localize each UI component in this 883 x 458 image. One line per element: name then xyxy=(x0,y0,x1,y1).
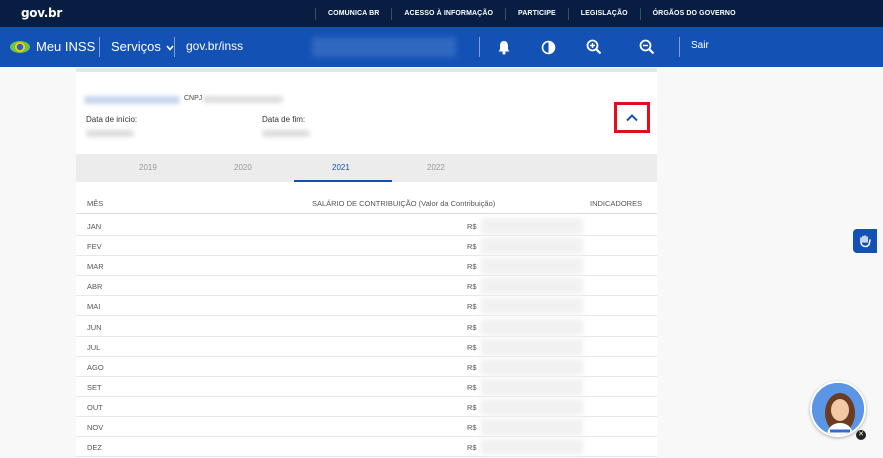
virtual-assistant-avatar[interactable] xyxy=(810,381,866,437)
servicos-label: Serviços xyxy=(111,39,161,54)
salary-value-redacted xyxy=(481,358,583,375)
month-cell: DEZ xyxy=(87,443,102,453)
start-date-value-redacted xyxy=(86,130,134,137)
meu-inss-logo-icon[interactable] xyxy=(9,39,31,55)
tab-2021[interactable]: 2021 xyxy=(332,163,350,172)
tab-2019[interactable]: 2019 xyxy=(139,163,157,172)
month-cell: MAI xyxy=(87,302,101,312)
close-icon[interactable]: ✕ xyxy=(856,430,866,440)
salary-value-redacted xyxy=(481,419,583,435)
currency-symbol: R$ xyxy=(467,443,477,453)
salary-value-redacted xyxy=(481,238,583,255)
topbar-link-participe[interactable]: PARTICIPE xyxy=(505,7,568,20)
start-date-label: Data de início: xyxy=(86,115,138,124)
table-row: MAR R$ xyxy=(76,256,657,277)
table-row: OUT R$ xyxy=(76,397,657,417)
month-cell: JUL xyxy=(87,342,101,352)
table-row: MAI R$ xyxy=(76,296,657,317)
contribution-card: CNPJ Data de início: Data de fim: 2019 2… xyxy=(76,68,657,458)
header-divider xyxy=(679,37,680,57)
cnpj-value-redacted xyxy=(203,96,283,103)
topbar-links: COMUNICA BR ACESSO À INFORMAÇÃO PARTICIP… xyxy=(315,0,748,27)
topbar-link-legislacao[interactable]: LEGISLAÇÃO xyxy=(567,7,640,20)
govbr-topbar: gov.br COMUNICA BR ACESSO À INFORMAÇÃO P… xyxy=(0,0,883,27)
currency-symbol: R$ xyxy=(467,402,477,412)
currency-symbol: R$ xyxy=(467,282,477,292)
tab-2020[interactable]: 2020 xyxy=(234,163,252,172)
currency-symbol: R$ xyxy=(467,423,477,432)
currency-symbol: R$ xyxy=(467,342,477,352)
month-cell: OUT xyxy=(87,402,103,412)
table-row: SET R$ xyxy=(76,377,657,397)
govbr-inss-link[interactable]: gov.br/inss xyxy=(186,39,243,53)
month-cell: FEV xyxy=(87,242,102,252)
table-row: JAN R$ xyxy=(76,216,657,236)
salary-value-redacted xyxy=(481,318,583,335)
month-cell: AGO xyxy=(87,362,104,372)
chevron-up-icon xyxy=(626,114,638,122)
currency-symbol: R$ xyxy=(467,242,477,252)
servicos-menu[interactable]: Serviços xyxy=(111,39,175,54)
salary-value-redacted xyxy=(481,278,583,295)
table-row: NOV R$ xyxy=(76,417,657,437)
user-name-redacted xyxy=(312,37,456,57)
active-tab-indicator xyxy=(294,180,392,182)
zoom-in-icon[interactable] xyxy=(585,38,603,56)
month-cell: JAN xyxy=(87,222,102,231)
salary-value-redacted xyxy=(481,378,583,395)
salary-value-redacted xyxy=(481,258,583,275)
app-name[interactable]: Meu INSS xyxy=(36,39,95,54)
collapse-button[interactable] xyxy=(614,102,650,133)
contrast-icon[interactable] xyxy=(539,38,557,56)
bell-icon[interactable] xyxy=(495,38,513,56)
table-row: FEV R$ xyxy=(76,236,657,257)
vlibras-hand-icon[interactable] xyxy=(853,229,877,253)
table-row: JUL R$ xyxy=(76,337,657,357)
month-cell: JUN xyxy=(87,322,102,332)
currency-symbol: R$ xyxy=(467,222,477,231)
topbar-link-orgaos[interactable]: ÓRGÃOS DO GOVERNO xyxy=(639,7,748,20)
table-row: AGO R$ xyxy=(76,357,657,377)
header-divider-line xyxy=(76,213,657,214)
header-divider xyxy=(99,37,100,57)
salary-value-redacted xyxy=(481,439,583,456)
month-cell: SET xyxy=(87,382,102,392)
currency-symbol: R$ xyxy=(467,382,477,392)
table-row: ABR R$ xyxy=(76,276,657,297)
indicators-column-header: INDICADORES xyxy=(590,199,643,208)
table-row: JUN R$ xyxy=(76,317,657,337)
tab-2022[interactable]: 2022 xyxy=(427,163,445,172)
app-header: Meu INSS Serviços gov.br/inss Sair xyxy=(0,27,883,67)
end-date-label: Data de fim: xyxy=(262,115,306,124)
employer-name-redacted xyxy=(84,96,180,104)
salary-value-redacted xyxy=(481,338,583,355)
zoom-out-icon[interactable] xyxy=(638,38,656,56)
month-cell: NOV xyxy=(87,423,104,432)
govbr-logo[interactable]: gov.br xyxy=(21,6,62,20)
table-row: DEZ R$ xyxy=(76,437,657,458)
salary-value-redacted xyxy=(481,218,583,234)
month-cell: MAR xyxy=(87,262,104,272)
salary-column-header: SALÁRIO DE CONTRIBUIÇÃO (Valor da Contri… xyxy=(312,199,496,208)
currency-symbol: R$ xyxy=(467,362,477,372)
card-top-border xyxy=(76,68,657,72)
year-tabs: 2019 2020 2021 2022 xyxy=(76,154,657,182)
salary-value-redacted xyxy=(481,298,583,315)
cnpj-label: CNPJ xyxy=(184,95,203,102)
topbar-link-comunica[interactable]: COMUNICA BR xyxy=(315,7,391,20)
currency-symbol: R$ xyxy=(467,262,477,272)
currency-symbol: R$ xyxy=(467,322,477,332)
logout-link[interactable]: Sair xyxy=(691,40,709,51)
end-date-value-redacted xyxy=(262,130,310,137)
salary-value-redacted xyxy=(481,398,583,415)
month-cell: ABR xyxy=(87,282,103,292)
header-divider xyxy=(479,37,480,57)
header-divider xyxy=(174,37,175,57)
currency-symbol: R$ xyxy=(467,302,477,312)
indicator-cell xyxy=(583,456,657,458)
month-column-header: MÊS xyxy=(87,199,104,208)
topbar-link-acesso[interactable]: ACESSO À INFORMAÇÃO xyxy=(391,7,505,20)
